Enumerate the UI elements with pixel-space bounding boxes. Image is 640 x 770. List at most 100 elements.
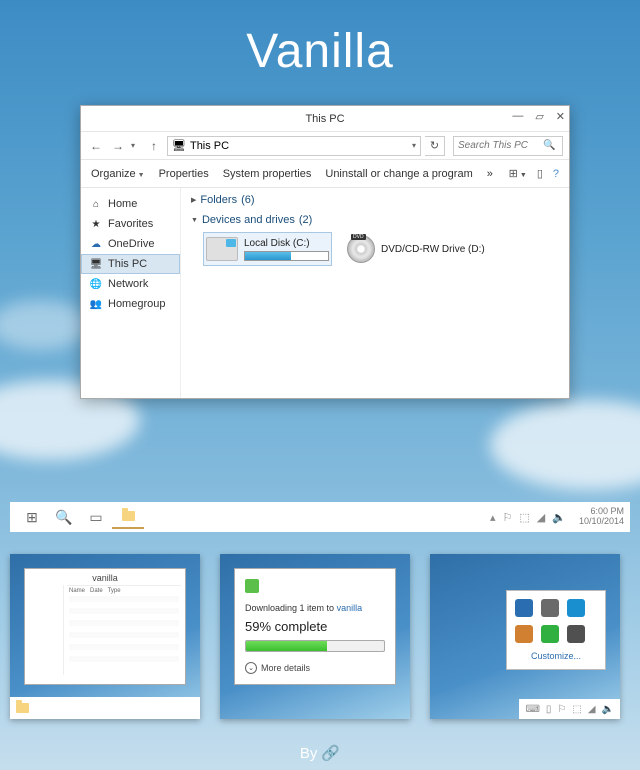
back-button[interactable]: ←	[87, 137, 105, 155]
drives-section-header[interactable]: ▼ Devices and drives (2)	[191, 214, 559, 226]
tray-glyph[interactable]: ⬚	[572, 704, 581, 715]
mini-title: vanilla	[29, 573, 181, 583]
drive-local-disk-c[interactable]: Local Disk (C:)	[203, 232, 332, 266]
footer: By🔗	[0, 744, 640, 762]
sidebar-item-label: Home	[108, 198, 137, 210]
taskbar-explorer[interactable]	[112, 505, 144, 529]
tray-glyph[interactable]: 🔈	[602, 704, 614, 715]
search-input[interactable]	[458, 140, 543, 151]
sidebar-item-label: OneDrive	[108, 238, 154, 250]
disk-usage-bar	[244, 251, 329, 261]
tray-app-icon[interactable]	[515, 599, 533, 617]
sidebar-item-label: This PC	[108, 258, 147, 270]
clock-date: 10/10/2014	[579, 517, 624, 527]
titlebar[interactable]: This PC — ▱ ✕	[81, 106, 569, 132]
content-pane: ▶ Folders (6) ▼ Devices and drives (2) L…	[181, 188, 569, 398]
system-tray: ▴ ⚐ ⬚ ◢ 🔈 6:00 PM 10/10/2014	[490, 507, 624, 527]
system-properties-button[interactable]: System properties	[223, 168, 312, 180]
volume-icon[interactable]: 🔈	[552, 511, 566, 524]
toolbar: Organize▼ Properties System properties U…	[81, 160, 569, 188]
search-icon[interactable]: 🔍	[543, 140, 555, 151]
chevron-down-icon: ▼	[191, 217, 198, 224]
up-button[interactable]: ↑	[145, 137, 163, 155]
tray-app-icon[interactable]	[515, 625, 533, 643]
action-center-icon[interactable]: ⚐	[503, 511, 513, 524]
taskbar-search[interactable]: 🔍	[48, 505, 80, 529]
chevron-right-icon: ▶	[191, 196, 196, 204]
hdd-icon	[206, 237, 238, 261]
pc-icon: 🖥	[89, 257, 103, 271]
start-button[interactable]: ⊞	[16, 505, 48, 529]
tray-glyph[interactable]: ▯	[546, 704, 552, 715]
tray-glyph[interactable]: ⚐	[557, 704, 566, 715]
mini-window: Downloading 1 item to vanilla 59% comple…	[234, 568, 396, 685]
customize-link[interactable]: Customize...	[515, 651, 597, 661]
chevron-down-icon: ⌄	[245, 662, 257, 674]
more-details-toggle[interactable]: ⌄More details	[245, 662, 385, 674]
refresh-button[interactable]: ↻	[425, 136, 445, 156]
close-button[interactable]: ✕	[556, 110, 565, 123]
link-icon[interactable]: 🔗	[321, 745, 340, 762]
cloud-icon: ☁	[89, 237, 103, 251]
dvd-icon: DVD	[347, 235, 375, 263]
preview-thumbnails: vanilla Name Date Type Downloading 1 ite…	[10, 554, 620, 719]
sidebar: ⌂ Home ★ Favorites ☁ OneDrive 🖥 This PC 🌐Net…	[81, 188, 181, 398]
network-icon: 🌐	[89, 277, 103, 291]
progress-bar	[245, 640, 385, 652]
tray-app-icon[interactable]	[567, 625, 585, 643]
sidebar-item-this-pc[interactable]: 🖥 This PC	[81, 254, 180, 274]
tray-glyph[interactable]: ⌨	[525, 704, 539, 715]
home-icon: ⌂	[89, 197, 103, 211]
star-icon: ★	[89, 217, 103, 231]
breadcrumb-dropdown[interactable]: ▾	[412, 141, 416, 150]
view-options[interactable]: ⊞▼	[509, 167, 527, 180]
tray-icons-grid	[515, 599, 597, 643]
section-count: (6)	[241, 194, 254, 206]
network-icon[interactable]: ⬚	[519, 511, 529, 524]
preview-explorer: vanilla Name Date Type	[10, 554, 200, 719]
tray-app-icon[interactable]	[541, 599, 559, 617]
preview-download-dialog: Downloading 1 item to vanilla 59% comple…	[220, 554, 410, 719]
sidebar-item-onedrive[interactable]: ☁ OneDrive	[81, 234, 180, 254]
task-view-button[interactable]: ▭	[80, 505, 112, 529]
uninstall-button[interactable]: Uninstall or change a program	[325, 168, 472, 180]
download-text: Downloading 1 item to vanilla	[245, 603, 385, 613]
drive-dvd-d[interactable]: DVD DVD/CD-RW Drive (D:)	[344, 232, 488, 266]
preview-pane-button[interactable]: ▯	[537, 167, 543, 180]
organize-menu[interactable]: Organize▼	[91, 168, 145, 180]
tray-app-icon[interactable]	[541, 625, 559, 643]
folders-section-header[interactable]: ▶ Folders (6)	[191, 194, 559, 206]
folder-icon	[122, 511, 135, 521]
tray-overflow-popup: Customize...	[506, 590, 606, 670]
wifi-icon[interactable]: ◢	[537, 511, 545, 524]
minimize-button[interactable]: —	[512, 110, 523, 123]
address-bar: ← → ▾ ↑ 🖥 This PC ▾ ↻ 🔍	[81, 132, 569, 160]
toolbar-overflow[interactable]: »	[487, 168, 493, 180]
drive-label: DVD/CD-RW Drive (D:)	[381, 244, 485, 255]
sidebar-item-network[interactable]: 🌐Network	[81, 274, 180, 294]
preview-tray-popup: Customize... ⌨ ▯ ⚐ ⬚ ◢ 🔈	[430, 554, 620, 719]
drive-label: Local Disk (C:)	[244, 238, 329, 249]
sidebar-item-favorites[interactable]: ★ Favorites	[81, 214, 180, 234]
sidebar-item-label: Favorites	[108, 218, 153, 230]
properties-button[interactable]: Properties	[159, 168, 209, 180]
explorer-window: This PC — ▱ ✕ ← → ▾ ↑ 🖥 This PC ▾ ↻ 🔍 Or…	[80, 105, 570, 399]
sidebar-item-homegroup[interactable]: 👥Homegroup	[81, 294, 180, 314]
help-button[interactable]: ?	[553, 168, 559, 180]
taskbar: ⊞ 🔍 ▭ ▴ ⚐ ⬚ ◢ 🔈 6:00 PM 10/10/2014	[10, 502, 630, 532]
section-label: Folders	[200, 194, 237, 206]
section-count: (2)	[299, 214, 312, 226]
tray-overflow-icon[interactable]: ▴	[490, 511, 496, 524]
folder-icon	[16, 703, 29, 713]
search-box[interactable]: 🔍	[453, 136, 563, 156]
window-title: This PC	[305, 113, 344, 125]
homegroup-icon: 👥	[89, 297, 103, 311]
history-dropdown[interactable]: ▾	[131, 141, 141, 150]
forward-button[interactable]: →	[109, 137, 127, 155]
maximize-button[interactable]: ▱	[535, 110, 543, 123]
breadcrumb[interactable]: 🖥 This PC ▾	[167, 136, 421, 156]
tray-app-icon[interactable]	[567, 599, 585, 617]
tray-glyph[interactable]: ◢	[588, 704, 596, 715]
taskbar-clock[interactable]: 6:00 PM 10/10/2014	[579, 507, 624, 527]
sidebar-item-home[interactable]: ⌂ Home	[81, 194, 180, 214]
